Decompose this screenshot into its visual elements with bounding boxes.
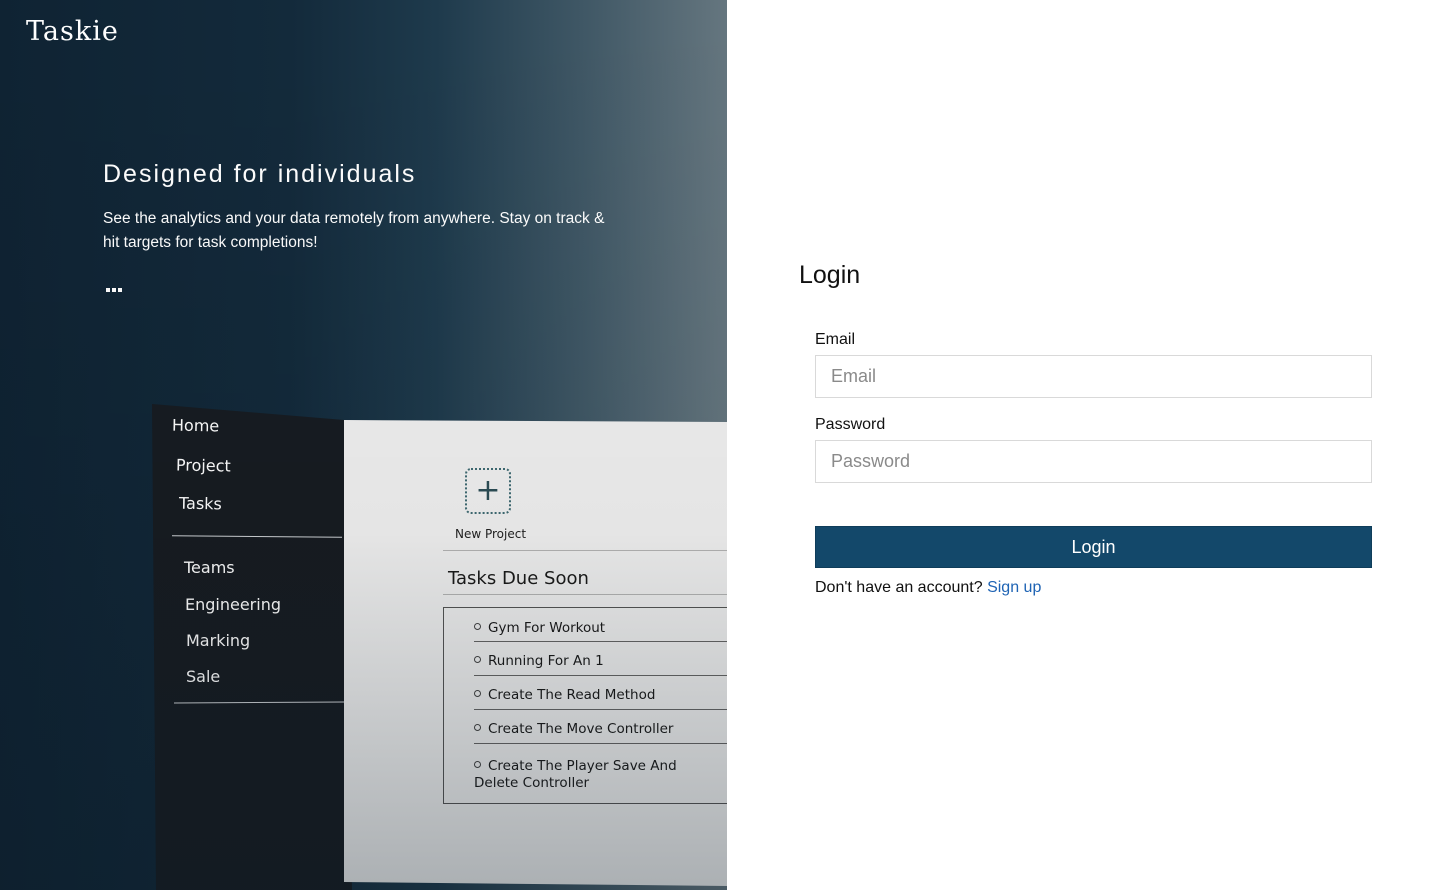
- email-field[interactable]: [815, 355, 1372, 398]
- login-panel: Login Email Password Login Don't have an…: [727, 0, 1451, 890]
- carousel-dot: [106, 288, 110, 292]
- preview-task-divider: [474, 743, 727, 744]
- hero-title: Designed for individuals: [103, 160, 417, 188]
- preview-task-item: Gym For Workout: [474, 620, 605, 637]
- signup-prompt: Don't have an account?: [815, 579, 983, 596]
- login-title: Login: [799, 261, 861, 289]
- preview-nav-home: Home: [171, 415, 220, 436]
- bullet-icon: [474, 656, 481, 663]
- preview-task-item: Create The Read Method: [474, 687, 655, 704]
- preview-task-divider: [474, 709, 727, 710]
- preview-new-project-label: New Project: [455, 527, 527, 541]
- preview-nav-teams: Teams: [184, 558, 235, 577]
- preview-tasks-title: Tasks Due Soon: [448, 568, 589, 589]
- app-preview-image: Home Project Tasks Teams Engineering Mar…: [152, 404, 727, 890]
- preview-task-divider: [474, 675, 727, 676]
- preview-task-item: Running For An 1: [474, 653, 604, 670]
- carousel-indicator[interactable]: [106, 288, 122, 292]
- preview-task-label: Running For An 1: [488, 653, 604, 669]
- login-button[interactable]: Login: [815, 526, 1372, 568]
- signup-link[interactable]: Sign up: [987, 579, 1041, 596]
- bullet-icon: [474, 690, 481, 697]
- email-label: Email: [815, 331, 856, 348]
- preview-task-divider: [474, 641, 727, 642]
- brand-logo[interactable]: Taskie: [26, 16, 119, 47]
- signup-row: Don't have an account? Sign up: [815, 579, 1041, 597]
- hero-description: See the analytics and your data remotely…: [103, 210, 605, 251]
- bullet-icon: [474, 761, 481, 768]
- preview-task-label: Create The Read Method: [488, 687, 656, 703]
- bullet-icon: [474, 724, 481, 731]
- carousel-dot: [112, 288, 116, 292]
- plus-icon: +: [465, 468, 511, 514]
- preview-task-label: Create The Player Save And Delete Contro…: [474, 758, 677, 791]
- preview-nav-sale: Sale: [186, 667, 221, 686]
- preview-nav-tasks: Tasks: [178, 493, 223, 514]
- preview-nav-marking: Marking: [186, 631, 251, 650]
- preview-task-label: Create The Move Controller: [488, 721, 674, 737]
- preview-nav-project: Project: [175, 455, 231, 476]
- carousel-dot: [118, 288, 122, 292]
- preview-task-label: Gym For Workout: [488, 620, 606, 636]
- login-page: Taskie Designed for individuals See the …: [0, 0, 1451, 890]
- hero-panel: Taskie Designed for individuals See the …: [0, 0, 727, 890]
- preview-sidebar: [152, 404, 352, 890]
- password-field[interactable]: [815, 440, 1372, 483]
- preview-task-item: Create The Move Controller: [474, 721, 673, 738]
- bullet-icon: [474, 623, 481, 630]
- preview-task-item: Create The Player Save And Delete Contro…: [474, 758, 714, 792]
- preview-nav-engineering: Engineering: [185, 595, 281, 614]
- preview-divider: [443, 550, 727, 551]
- preview-divider: [443, 594, 727, 595]
- password-label: Password: [815, 416, 886, 433]
